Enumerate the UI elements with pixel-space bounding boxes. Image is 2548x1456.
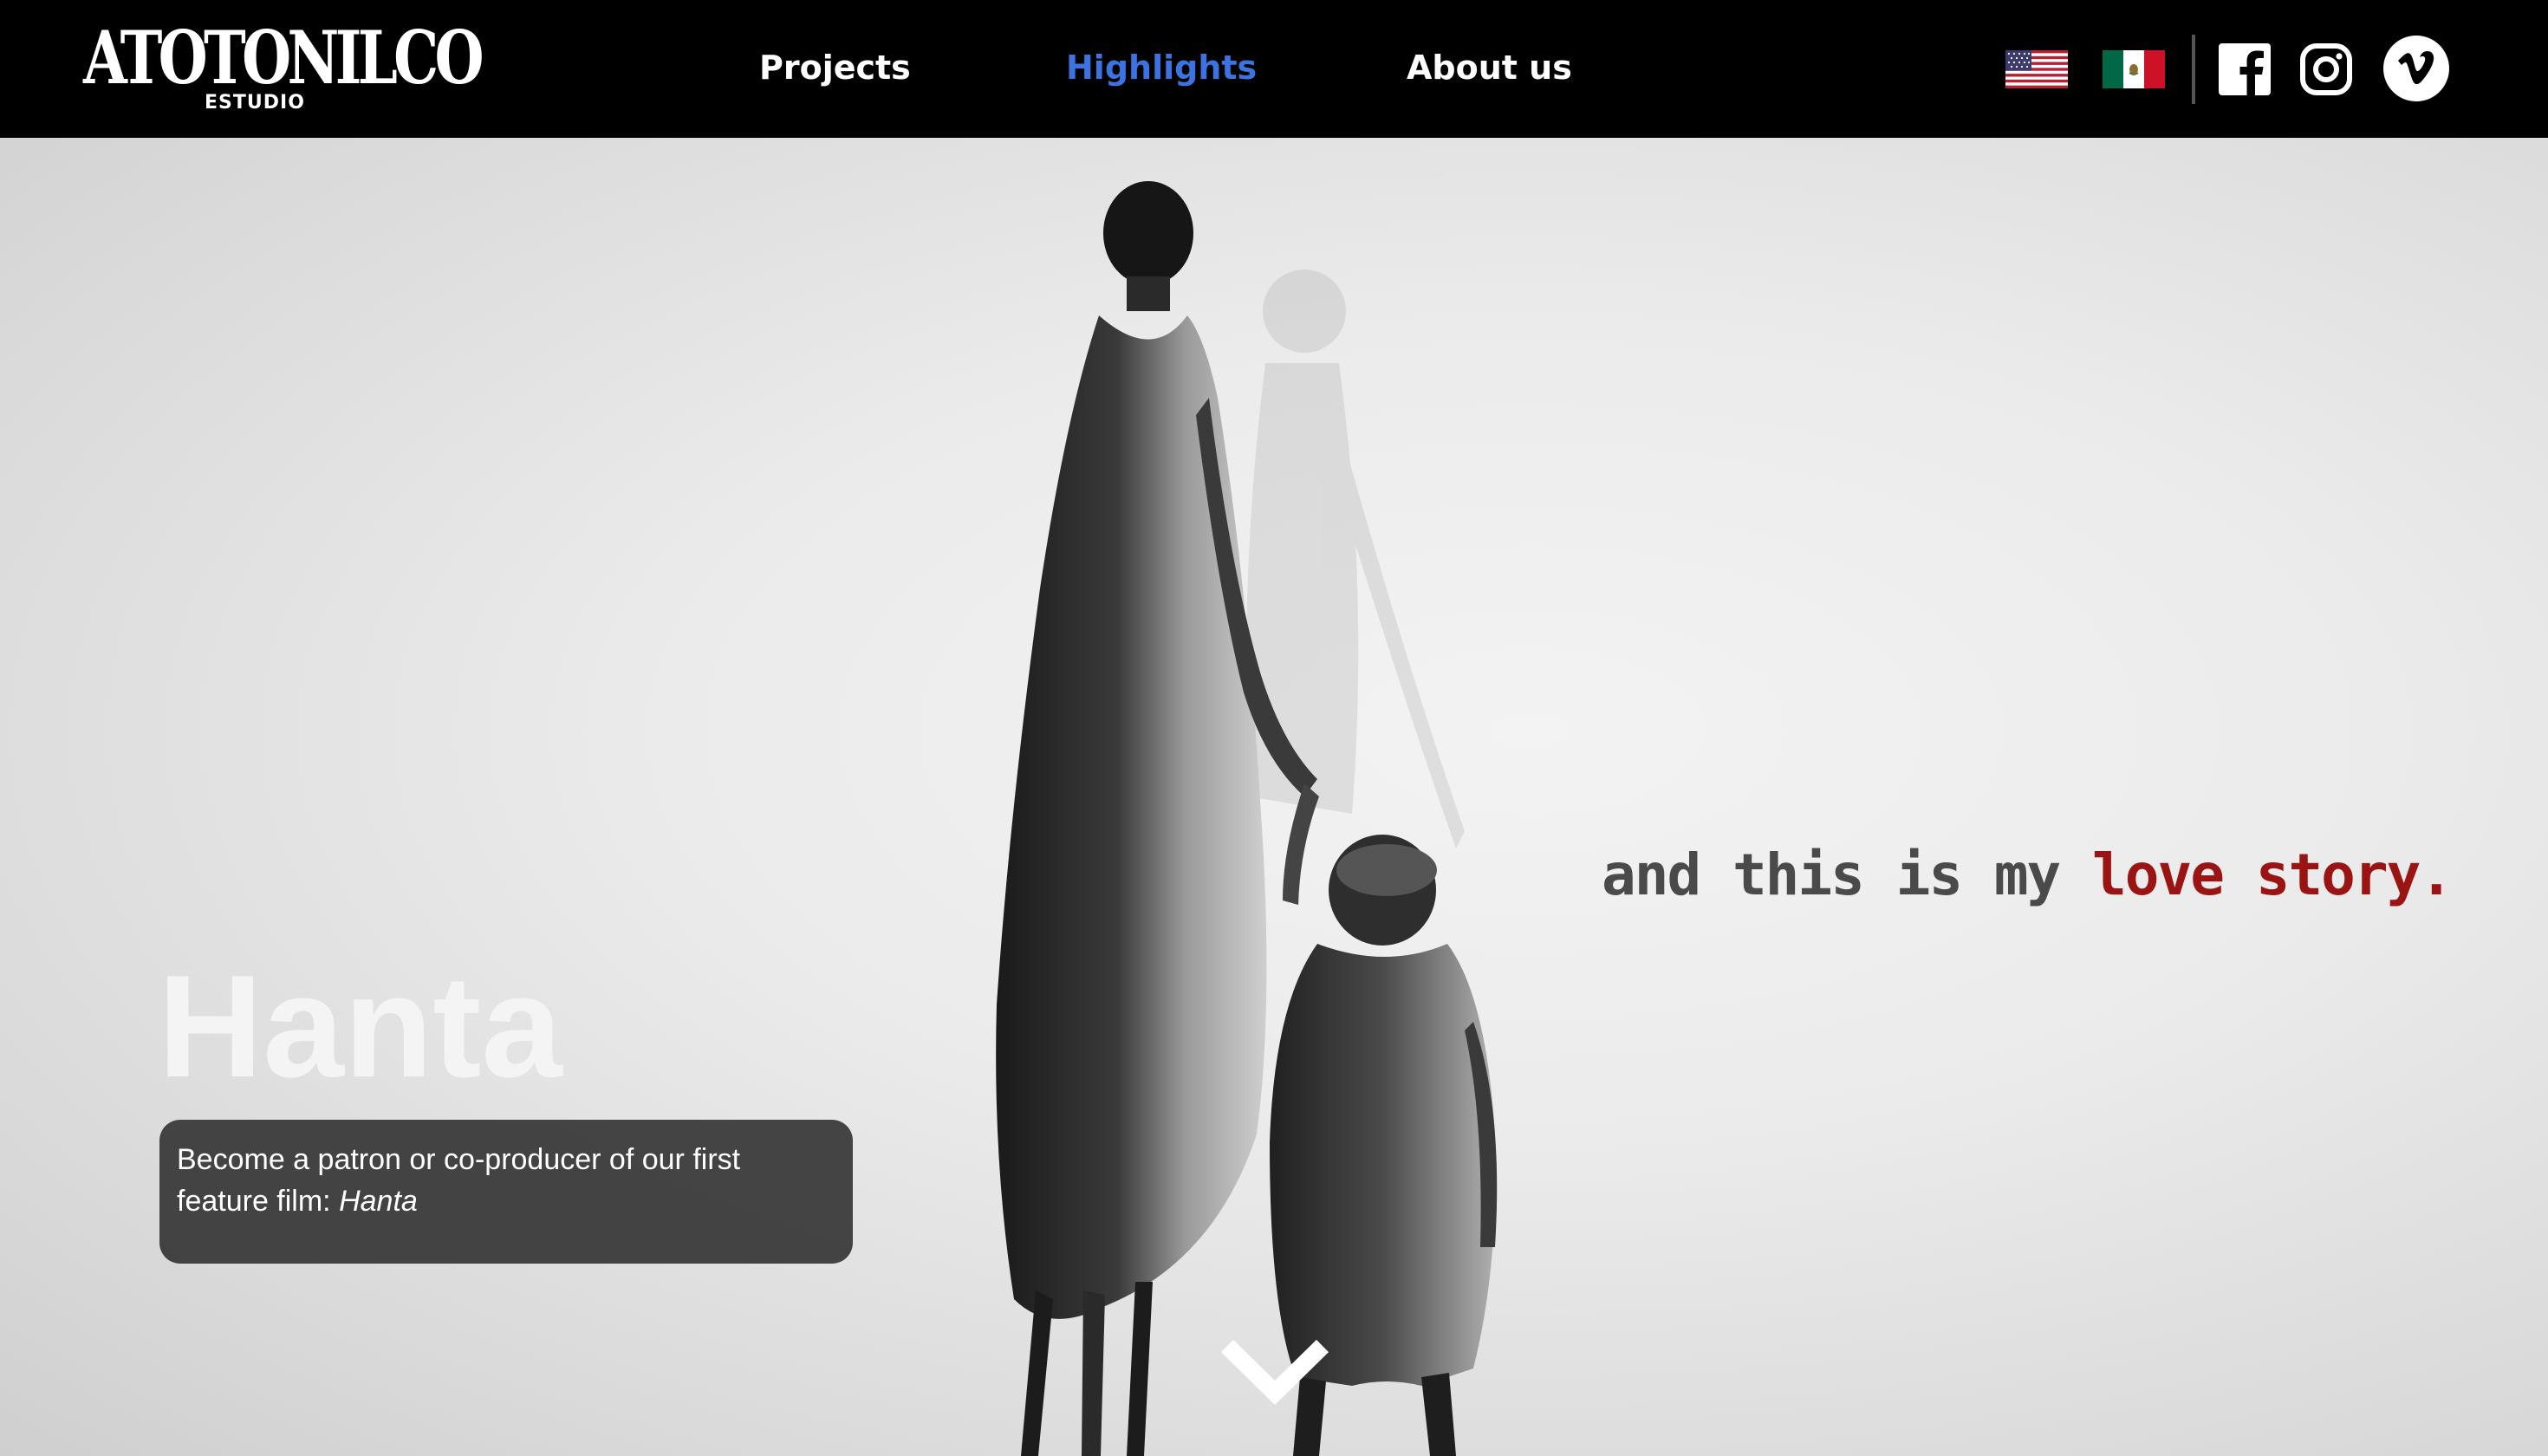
nav-about-us-link[interactable]: About us <box>1407 43 1572 92</box>
studio-logo[interactable]: ATOTONILCO ESTUDIO <box>83 19 484 116</box>
cta-message: Become a patron or co-producer of our fi… <box>177 1143 741 1218</box>
hero-section: and this is my love story. Hanta Become … <box>0 138 2548 1456</box>
page: ATOTONILCO ESTUDIO Projects Highlights A… <box>0 0 2548 1456</box>
vimeo-icon[interactable] <box>2382 35 2450 102</box>
top-navigation-bar: ATOTONILCO ESTUDIO Projects Highlights A… <box>0 0 2548 138</box>
us-flag-icon[interactable] <box>2005 50 2068 88</box>
cta-text: Become a patron or co-producer of our fi… <box>177 1139 818 1222</box>
facebook-icon[interactable] <box>2217 42 2272 97</box>
chevron-down-icon[interactable] <box>1219 1334 1331 1412</box>
logo-subtitle: ESTUDIO <box>205 92 305 114</box>
instagram-icon[interactable] <box>2298 42 2354 97</box>
nav-highlights-link[interactable]: Highlights <box>1066 43 1257 92</box>
logo-wordmark: ATOTONILCO <box>83 15 484 101</box>
nav-projects-link[interactable]: Projects <box>759 43 911 92</box>
patron-cta-box[interactable]: Become a patron or co-producer of our fi… <box>159 1120 853 1264</box>
hero-tagline: and this is my love story. <box>1602 842 2454 908</box>
header-divider <box>2192 35 2195 104</box>
cta-film-name: Hanta <box>339 1185 418 1218</box>
tagline-accent-text: love story. <box>2092 842 2454 908</box>
tagline-text: and this is my <box>1602 842 2093 908</box>
hero-title: Hanta <box>158 945 562 1108</box>
mexico-flag-icon[interactable] <box>2103 50 2165 88</box>
